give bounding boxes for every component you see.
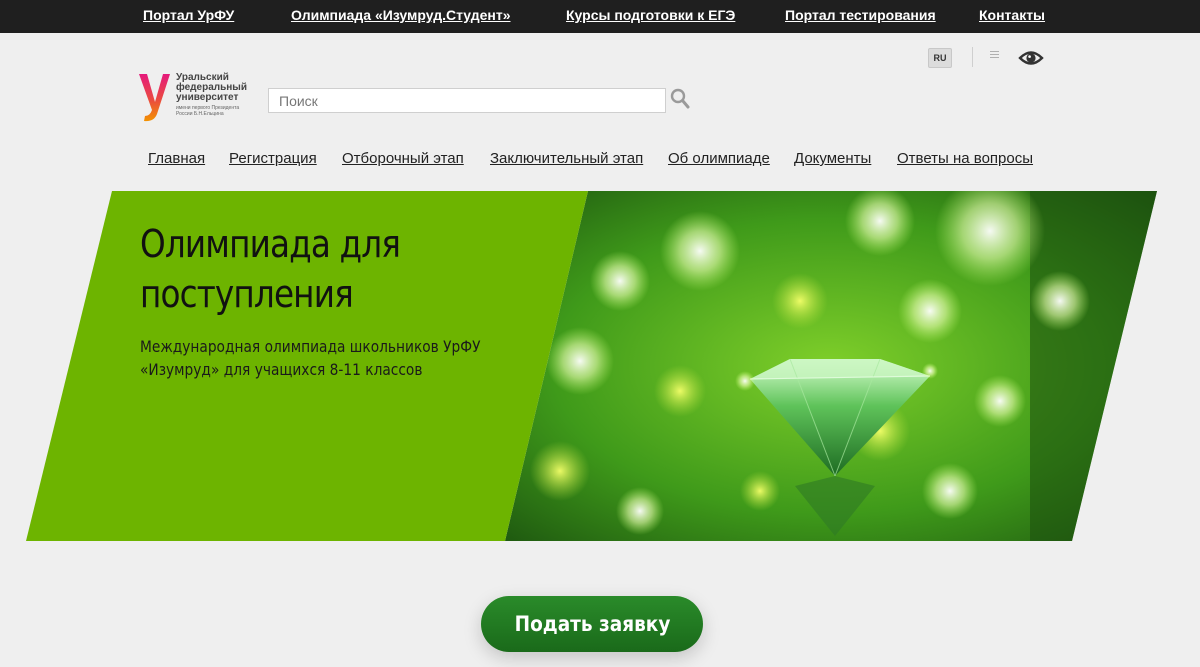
topbar-link-contacts[interactable]: Контакты xyxy=(979,7,1045,23)
nav-item-qualifying-stage[interactable]: Отборочный этап xyxy=(342,150,464,167)
apply-button[interactable]: Подать заявку xyxy=(481,596,703,652)
search-input[interactable] xyxy=(268,88,666,113)
logo-subtitle: имени первого Президента России Б.Н.Ельц… xyxy=(176,105,240,117)
search-icon[interactable] xyxy=(670,88,690,110)
language-button[interactable]: RU xyxy=(928,48,952,68)
eye-icon[interactable] xyxy=(1018,48,1044,68)
nav-item-about[interactable]: Об олимпиаде xyxy=(668,150,770,167)
top-bar: Портал УрФУ Олимпиада «Изумруд.Студент» … xyxy=(0,0,1200,33)
nav-item-registration[interactable]: Регистрация xyxy=(229,150,317,167)
nav-item-home[interactable]: Главная xyxy=(148,150,205,167)
list-icon[interactable] xyxy=(990,51,999,61)
tool-divider xyxy=(972,47,973,67)
hero-subtitle: Международная олимпиада школьников УрФУ … xyxy=(140,337,481,379)
topbar-link-ege-courses[interactable]: Курсы подготовки к ЕГЭ xyxy=(566,7,735,23)
urfu-logo-mark xyxy=(139,74,170,122)
nav-item-faq[interactable]: Ответы на вопросы xyxy=(897,150,1033,167)
hero-title: Олимпиада для поступления xyxy=(140,222,401,316)
topbar-link-testing-portal[interactable]: Портал тестирования xyxy=(785,7,936,23)
topbar-link-izumrud-student[interactable]: Олимпиада «Изумруд.Студент» xyxy=(291,7,511,23)
apply-button-label: Подать заявку xyxy=(514,612,670,636)
hero-banner: Олимпиада для поступления Международная … xyxy=(0,191,1200,541)
topbar-link-urfu-portal[interactable]: Портал УрФУ xyxy=(143,7,234,23)
logo-title: Уральский федеральный университет xyxy=(176,72,247,103)
nav-item-documents[interactable]: Документы xyxy=(794,150,871,167)
nav-item-final-stage[interactable]: Заключительный этап xyxy=(490,150,643,167)
urfu-logo[interactable]: Уральский федеральный университет имени … xyxy=(138,72,258,124)
